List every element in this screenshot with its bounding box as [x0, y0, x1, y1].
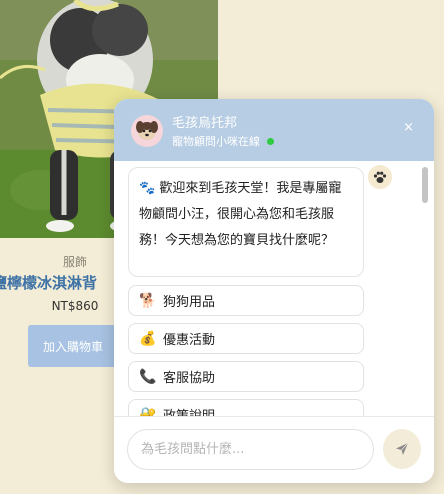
option-customer-service-button[interactable]: 📞 客服協助	[128, 361, 364, 392]
chat-scrollbar-thumb[interactable]	[422, 167, 428, 203]
chat-status-text: 寵物顧問小咪在線	[172, 135, 260, 148]
chat-header: 毛孩烏托邦 寵物顧問小咪在線 ×	[114, 99, 434, 161]
online-status-dot	[267, 137, 274, 145]
chat-messages[interactable]: 🐾 歡迎來到毛孩天堂！我是專屬寵物顧問小汪，很開心為您和毛孩服務！今天想為您的寶…	[114, 161, 434, 416]
bot-message-bubble: 🐾 歡迎來到毛孩天堂！我是專屬寵物顧問小汪，很開心為您和毛孩服務！今天想為您的寶…	[128, 167, 364, 277]
paper-plane-icon	[396, 442, 409, 455]
close-icon[interactable]: ×	[403, 121, 414, 134]
product-name[interactable]: 鹽檸檬冰淇淋背	[0, 272, 97, 293]
welcome-message-text: 歡迎來到毛孩天堂！我是專屬寵物顧問小汪，很開心為您和毛孩服務！今天想為您的寶貝找…	[139, 181, 342, 248]
dog-icon: 🐕	[139, 292, 157, 309]
option-label: 狗狗用品	[163, 295, 216, 310]
message-input[interactable]	[127, 429, 374, 470]
add-to-cart-button[interactable]: 加入購物車	[28, 325, 118, 367]
option-promotions-button[interactable]: 💰 優惠活動	[128, 323, 364, 354]
chat-widget: 毛孩烏托邦 寵物顧問小咪在線 × 🐾 歡迎來到毛孩天堂！我是專屬寵物顧問小汪，很…	[114, 99, 434, 483]
lock-icon: 🔐	[139, 406, 157, 417]
paw-emoji: 🐾	[139, 181, 156, 196]
chat-scrollbar[interactable]	[421, 165, 429, 412]
phone-icon: 📞	[139, 368, 157, 385]
option-dog-supplies-button[interactable]: 🐕 狗狗用品	[128, 285, 364, 316]
chat-footer	[114, 416, 434, 483]
option-policy-button[interactable]: 🔐 政策說明	[128, 399, 364, 416]
send-button[interactable]	[383, 429, 421, 469]
option-label: 客服協助	[163, 371, 216, 386]
chat-status: 寵物顧問小咪在線	[172, 133, 274, 149]
option-label: 優惠活動	[163, 333, 216, 348]
option-label: 政策說明	[163, 405, 215, 416]
chat-title: 毛孩烏托邦	[172, 116, 238, 131]
money-bag-icon: 💰	[139, 330, 157, 347]
paw-icon	[368, 165, 392, 189]
puppy-face-icon	[131, 115, 163, 147]
